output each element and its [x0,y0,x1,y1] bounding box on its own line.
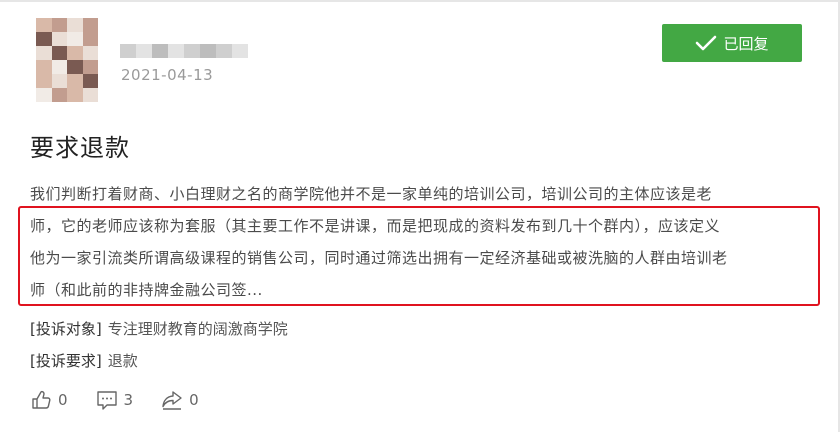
replied-status-badge: 已回复 [662,24,802,62]
complaint-target-row: [投诉对象] 专注理财教育的阔激商学院 [30,318,288,339]
post-title: 要求退款 [30,134,130,162]
share-button[interactable]: 0 [161,389,199,411]
top-divider [0,0,840,2]
complaint-request-label: [投诉要求] [30,352,102,370]
avatar[interactable] [36,18,98,102]
complaint-request-value: 退款 [107,352,138,370]
like-button[interactable]: 0 [30,389,68,411]
complaint-target-value[interactable]: 专注理财教育的阔激商学院 [108,320,288,338]
red-highlight-box [18,206,820,306]
replied-status-label: 已回复 [723,34,769,53]
thumbs-up-icon [32,390,51,409]
comment-icon [96,391,117,410]
comment-button[interactable]: 3 [96,389,134,411]
share-count: 0 [189,391,199,409]
post-date: 2021-04-13 [121,66,214,84]
username-redacted [120,44,248,58]
post-actions: 0 3 0 [30,388,199,412]
complaint-target-label: [投诉对象] [30,320,102,338]
comment-count: 3 [123,391,134,409]
share-icon [162,391,182,410]
check-icon [696,35,717,51]
like-count: 0 [58,391,68,409]
complaint-request-row: [投诉要求] 退款 [30,350,138,371]
